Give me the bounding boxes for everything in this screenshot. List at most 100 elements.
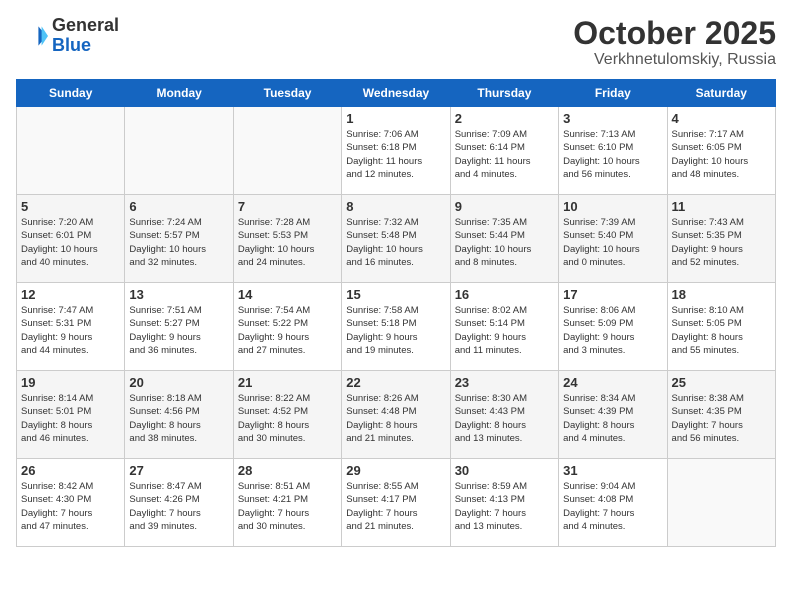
day-info: Sunrise: 7:47 AM Sunset: 5:31 PM Dayligh… (21, 304, 120, 357)
day-info: Sunrise: 8:55 AM Sunset: 4:17 PM Dayligh… (346, 480, 445, 533)
day-number: 4 (672, 111, 771, 126)
weekday-row: SundayMondayTuesdayWednesdayThursdayFrid… (17, 80, 776, 107)
day-info: Sunrise: 8:14 AM Sunset: 5:01 PM Dayligh… (21, 392, 120, 445)
calendar-cell (667, 459, 775, 547)
day-info: Sunrise: 7:13 AM Sunset: 6:10 PM Dayligh… (563, 128, 662, 181)
day-info: Sunrise: 8:18 AM Sunset: 4:56 PM Dayligh… (129, 392, 228, 445)
day-number: 31 (563, 463, 662, 478)
logo-icon (16, 20, 48, 52)
logo-general: General (52, 15, 119, 35)
day-info: Sunrise: 8:59 AM Sunset: 4:13 PM Dayligh… (455, 480, 554, 533)
calendar-cell: 7Sunrise: 7:28 AM Sunset: 5:53 PM Daylig… (233, 195, 341, 283)
calendar-cell: 2 Sunrise: 7:09 AM Sunset: 6:14 PM Daylig… (450, 107, 558, 195)
day-info: Sunrise: 8:47 AM Sunset: 4:26 PM Dayligh… (129, 480, 228, 533)
day-info: Sunrise: 8:42 AM Sunset: 4:30 PM Dayligh… (21, 480, 120, 533)
calendar-week-row: 5Sunrise: 7:20 AM Sunset: 6:01 PM Daylig… (17, 195, 776, 283)
calendar-cell: 19 Sunrise: 8:14 AM Sunset: 5:01 PM Dayli… (17, 371, 125, 459)
calendar-cell: 30Sunrise: 8:59 AM Sunset: 4:13 PM Dayli… (450, 459, 558, 547)
day-number: 8 (346, 199, 445, 214)
day-number: 23 (455, 375, 554, 390)
day-number: 7 (238, 199, 337, 214)
header: General Blue October 2025 Verkhnetulomsk… (16, 16, 776, 69)
calendar-cell: 31 Sunrise: 9:04 AM Sunset: 4:08 PM Dayli… (559, 459, 667, 547)
day-info: Sunrise: 8:02 AM Sunset: 5:14 PM Dayligh… (455, 304, 554, 357)
day-number: 29 (346, 463, 445, 478)
day-number: 2 (455, 111, 554, 126)
calendar-body: 1 Sunrise: 7:06 AM Sunset: 6:18 PM Daylig… (17, 107, 776, 547)
calendar-cell (17, 107, 125, 195)
calendar-cell: 23 Sunrise: 8:30 AM Sunset: 4:43 PM Dayli… (450, 371, 558, 459)
day-number: 27 (129, 463, 228, 478)
day-number: 9 (455, 199, 554, 214)
weekday-header: Tuesday (233, 80, 341, 107)
calendar-cell: 11Sunrise: 7:43 AM Sunset: 5:35 PM Dayli… (667, 195, 775, 283)
day-info: Sunrise: 7:35 AM Sunset: 5:44 PM Dayligh… (455, 216, 554, 269)
day-info: Sunrise: 8:51 AM Sunset: 4:21 PM Dayligh… (238, 480, 337, 533)
calendar-cell: 1 Sunrise: 7:06 AM Sunset: 6:18 PM Daylig… (342, 107, 450, 195)
day-number: 14 (238, 287, 337, 302)
location: Verkhnetulomskiy, Russia (573, 51, 776, 69)
day-number: 13 (129, 287, 228, 302)
calendar-week-row: 12Sunrise: 7:47 AM Sunset: 5:31 PM Dayli… (17, 283, 776, 371)
calendar-cell: 22Sunrise: 8:26 AM Sunset: 4:48 PM Dayli… (342, 371, 450, 459)
day-number: 3 (563, 111, 662, 126)
day-number: 20 (129, 375, 228, 390)
calendar-table: SundayMondayTuesdayWednesdayThursdayFrid… (16, 79, 776, 547)
weekday-header: Sunday (17, 80, 125, 107)
day-info: Sunrise: 8:06 AM Sunset: 5:09 PM Dayligh… (563, 304, 662, 357)
day-number: 25 (672, 375, 771, 390)
calendar-cell: 4Sunrise: 7:17 AM Sunset: 6:05 PM Daylig… (667, 107, 775, 195)
calendar-week-row: 19 Sunrise: 8:14 AM Sunset: 5:01 PM Dayli… (17, 371, 776, 459)
day-number: 28 (238, 463, 337, 478)
calendar-cell: 25Sunrise: 8:38 AM Sunset: 4:35 PM Dayli… (667, 371, 775, 459)
calendar-cell: 5Sunrise: 7:20 AM Sunset: 6:01 PM Daylig… (17, 195, 125, 283)
day-info: Sunrise: 8:30 AM Sunset: 4:43 PM Dayligh… (455, 392, 554, 445)
day-info: Sunrise: 9:04 AM Sunset: 4:08 PM Dayligh… (563, 480, 662, 533)
day-info: Sunrise: 7:09 AM Sunset: 6:14 PM Dayligh… (455, 128, 554, 181)
calendar-cell: 3 Sunrise: 7:13 AM Sunset: 6:10 PM Daylig… (559, 107, 667, 195)
day-number: 10 (563, 199, 662, 214)
calendar-cell: 28 Sunrise: 8:51 AM Sunset: 4:21 PM Dayli… (233, 459, 341, 547)
calendar-cell: 24 Sunrise: 8:34 AM Sunset: 4:39 PM Dayli… (559, 371, 667, 459)
day-number: 26 (21, 463, 120, 478)
calendar-cell: 6Sunrise: 7:24 AM Sunset: 5:57 PM Daylig… (125, 195, 233, 283)
calendar-cell: 16 Sunrise: 8:02 AM Sunset: 5:14 PM Dayli… (450, 283, 558, 371)
day-info: Sunrise: 7:39 AM Sunset: 5:40 PM Dayligh… (563, 216, 662, 269)
weekday-header: Friday (559, 80, 667, 107)
calendar-week-row: 1 Sunrise: 7:06 AM Sunset: 6:18 PM Daylig… (17, 107, 776, 195)
calendar-cell: 27 Sunrise: 8:47 AM Sunset: 4:26 PM Dayli… (125, 459, 233, 547)
day-info: Sunrise: 7:06 AM Sunset: 6:18 PM Dayligh… (346, 128, 445, 181)
day-number: 15 (346, 287, 445, 302)
logo: General Blue (16, 16, 119, 56)
calendar-header: SundayMondayTuesdayWednesdayThursdayFrid… (17, 80, 776, 107)
weekday-header: Monday (125, 80, 233, 107)
day-number: 1 (346, 111, 445, 126)
weekday-header: Wednesday (342, 80, 450, 107)
calendar-cell: 26 Sunrise: 8:42 AM Sunset: 4:30 PM Dayli… (17, 459, 125, 547)
month-title: October 2025 (573, 16, 776, 51)
calendar-cell: 8Sunrise: 7:32 AM Sunset: 5:48 PM Daylig… (342, 195, 450, 283)
calendar-cell: 9 Sunrise: 7:35 AM Sunset: 5:44 PM Daylig… (450, 195, 558, 283)
calendar-cell: 14 Sunrise: 7:54 AM Sunset: 5:22 PM Dayli… (233, 283, 341, 371)
calendar-cell: 10 Sunrise: 7:39 AM Sunset: 5:40 PM Dayli… (559, 195, 667, 283)
calendar-cell: 13Sunrise: 7:51 AM Sunset: 5:27 PM Dayli… (125, 283, 233, 371)
day-number: 24 (563, 375, 662, 390)
day-info: Sunrise: 7:54 AM Sunset: 5:22 PM Dayligh… (238, 304, 337, 357)
day-number: 21 (238, 375, 337, 390)
logo-text: General Blue (52, 16, 119, 56)
calendar-cell: 21Sunrise: 8:22 AM Sunset: 4:52 PM Dayli… (233, 371, 341, 459)
calendar-cell: 20 Sunrise: 8:18 AM Sunset: 4:56 PM Dayli… (125, 371, 233, 459)
title-block: October 2025 Verkhnetulomskiy, Russia (573, 16, 776, 69)
calendar-cell: 18 Sunrise: 8:10 AM Sunset: 5:05 PM Dayli… (667, 283, 775, 371)
day-info: Sunrise: 8:34 AM Sunset: 4:39 PM Dayligh… (563, 392, 662, 445)
weekday-header: Thursday (450, 80, 558, 107)
day-number: 19 (21, 375, 120, 390)
calendar-cell: 12Sunrise: 7:47 AM Sunset: 5:31 PM Dayli… (17, 283, 125, 371)
weekday-header: Saturday (667, 80, 775, 107)
day-number: 16 (455, 287, 554, 302)
day-info: Sunrise: 8:26 AM Sunset: 4:48 PM Dayligh… (346, 392, 445, 445)
calendar-cell: 17Sunrise: 8:06 AM Sunset: 5:09 PM Dayli… (559, 283, 667, 371)
calendar-container: General Blue October 2025 Verkhnetulomsk… (0, 0, 792, 555)
day-number: 18 (672, 287, 771, 302)
day-info: Sunrise: 8:10 AM Sunset: 5:05 PM Dayligh… (672, 304, 771, 357)
